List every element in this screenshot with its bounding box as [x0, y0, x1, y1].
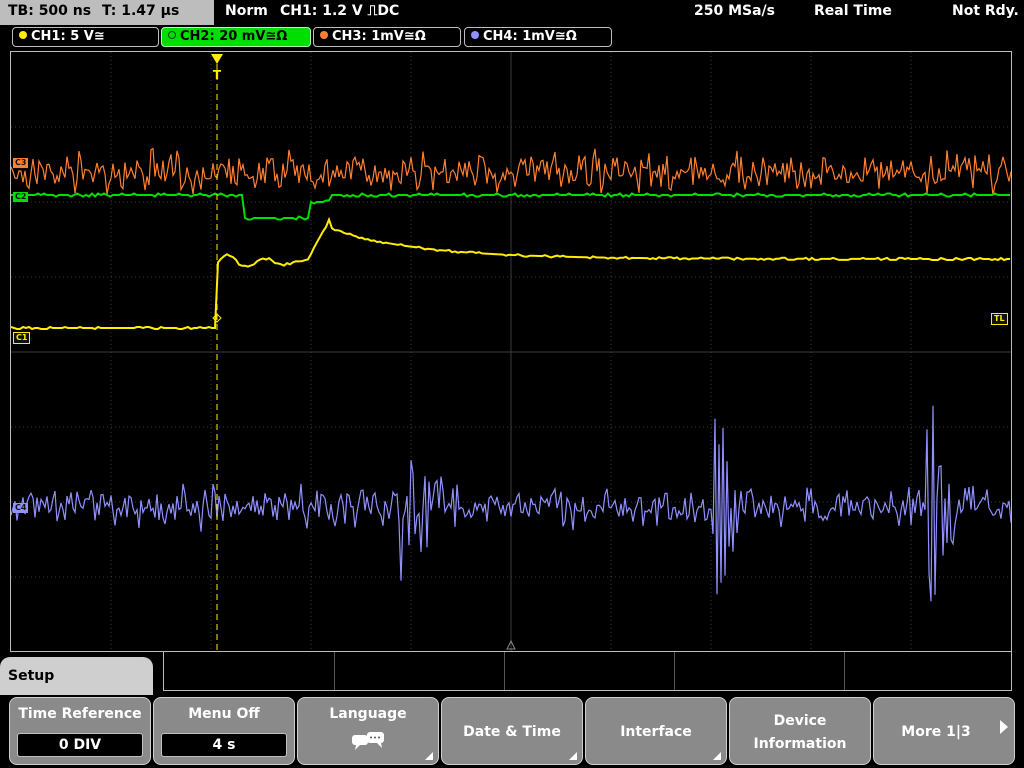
status-bar: TB: 500 ns T: 1.47 µs Norm CH1: 1.2 V ⎍D… — [0, 0, 1024, 25]
date-time-label: Date & Time — [463, 724, 561, 740]
ch2-dot-icon — [168, 31, 176, 39]
ch2-label: CH2: 20 mV≅Ω — [180, 29, 288, 44]
channel-chip-ch4[interactable]: CH4: 1mV≅Ω — [464, 27, 612, 47]
ch1-dot-icon — [19, 31, 27, 39]
more-button[interactable]: More 1|3 — [873, 697, 1015, 765]
submenu-indicator-icon — [425, 752, 433, 760]
menu-off-button[interactable]: Menu Off 4 s — [153, 697, 295, 765]
ch3-dot-icon — [320, 31, 328, 39]
panel-divider — [844, 652, 845, 690]
language-chat-icon — [352, 732, 384, 750]
device-information-label-1: Device — [773, 713, 827, 729]
grid — [11, 52, 1011, 651]
time-reference-button[interactable]: Time Reference 0 DIV — [9, 697, 151, 765]
channel-bar: CH1: 5 V≅ CH2: 20 mV≅Ω CH3: 1mV≅Ω CH4: 1… — [0, 25, 1024, 50]
ch2-marker[interactable]: C2 — [13, 192, 29, 202]
interface-button[interactable]: Interface — [585, 697, 727, 765]
menu-off-label: Menu Off — [188, 706, 260, 722]
menu-off-value: 4 s — [161, 733, 287, 757]
softkey-bar: Time Reference 0 DIV Menu Off 4 s Langua… — [0, 695, 1024, 768]
time-reference-label: Time Reference — [18, 706, 142, 722]
channel-chip-ch1[interactable]: CH1: 5 V≅ — [12, 27, 159, 47]
ch4-dot-icon — [471, 31, 479, 39]
date-time-button[interactable]: Date & Time — [441, 697, 583, 765]
submenu-indicator-icon — [713, 752, 721, 760]
more-label: More 1|3 — [901, 724, 971, 740]
trigger-marker-icon[interactable]: T — [211, 54, 223, 82]
language-label: Language — [329, 706, 407, 722]
panel-divider — [504, 652, 505, 690]
interface-label: Interface — [620, 724, 692, 740]
acquisition-info: Norm CH1: 1.2 V ⎍DC 250 MSa/s Real Time … — [216, 0, 1024, 25]
waveform-canvas: T — [11, 52, 1011, 651]
more-arrow-icon — [1000, 720, 1008, 734]
channel-chip-ch2[interactable]: CH2: 20 mV≅Ω — [161, 27, 311, 47]
language-button[interactable]: Language — [297, 697, 439, 765]
menu-tab-setup[interactable]: Setup — [0, 657, 153, 697]
ch4-label: CH4: 1mV≅Ω — [483, 29, 577, 44]
acquisition-mode: Real Time — [814, 3, 892, 19]
trigger-status: Not Rdy. — [952, 3, 1019, 19]
ch4-marker[interactable]: C4 — [13, 503, 29, 513]
timebase-value: TB: 500 ns — [8, 3, 92, 19]
ch3-marker[interactable]: C3 — [13, 158, 29, 168]
panel-divider — [334, 652, 335, 690]
device-information-label-2: Information — [753, 736, 847, 752]
trigger-mode[interactable]: Norm — [225, 3, 268, 19]
waveform-display[interactable]: T C3 C2 C1 C4 TL — [10, 51, 1012, 652]
ch3-label: CH3: 1mV≅Ω — [332, 29, 426, 44]
time-reference-value: 0 DIV — [17, 733, 143, 757]
trigger-time-value: T: 1.47 µs — [101, 3, 180, 19]
panel-divider — [674, 652, 675, 690]
trigger-level-marker[interactable]: TL — [991, 313, 1008, 325]
ch1-marker[interactable]: C1 — [13, 332, 31, 344]
timebase-box[interactable]: TB: 500 ns T: 1.47 µs — [0, 0, 214, 25]
device-information-button[interactable]: Device Information — [729, 697, 871, 765]
channel-chip-ch3[interactable]: CH3: 1mV≅Ω — [313, 27, 461, 47]
ch1-label: CH1: 5 V≅ — [31, 29, 105, 44]
trigger-source[interactable]: CH1: 1.2 V ⎍DC — [280, 3, 399, 19]
submenu-indicator-icon — [569, 752, 577, 760]
history-panel — [163, 652, 1012, 691]
sample-rate: 250 MSa/s — [694, 3, 776, 19]
svg-text:T: T — [213, 68, 222, 82]
